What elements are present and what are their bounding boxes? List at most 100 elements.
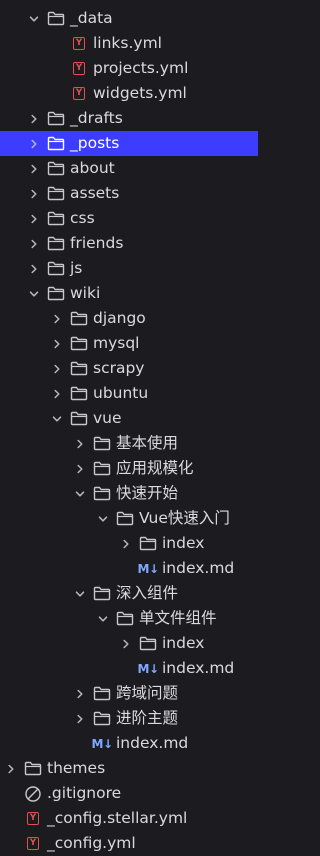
tree-folder-row[interactable]: themes: [0, 756, 258, 781]
tree-folder-row[interactable]: 跨域问题: [0, 681, 258, 706]
tree-folder-row[interactable]: 单文件组件: [0, 606, 258, 631]
tree-item-label: .gitignore: [47, 784, 122, 802]
folder-icon: [46, 231, 66, 256]
tree-item-label: scrapy: [93, 359, 145, 377]
chevron-down-icon[interactable]: [74, 581, 86, 606]
chevron-right-icon[interactable]: [74, 681, 86, 706]
tree-file-row[interactable]: M↓ index.md: [0, 556, 258, 581]
chevron-right-icon[interactable]: [120, 531, 132, 556]
tree-item-label: index: [162, 534, 205, 552]
tree-item-label: 跨域问题: [116, 684, 179, 702]
yaml-file-icon: Y: [69, 31, 89, 56]
folder-icon: [46, 256, 66, 281]
folder-icon: [69, 306, 89, 331]
chevron-right-icon[interactable]: [5, 756, 17, 781]
tree-folder-row[interactable]: _posts: [0, 131, 258, 156]
tree-item-label: _config.yml: [47, 834, 136, 852]
tree-item-label: _posts: [70, 134, 120, 152]
tree-folder-row[interactable]: wiki: [0, 281, 258, 306]
folder-icon: [46, 206, 66, 231]
chevron-right-icon[interactable]: [28, 131, 40, 156]
tree-item-label: 基本使用: [116, 434, 179, 452]
chevron-down-icon[interactable]: [28, 6, 40, 31]
tree-item-label: Vue快速入门: [139, 509, 230, 527]
chevron-right-icon[interactable]: [28, 181, 40, 206]
tree-item-label: vue: [93, 409, 122, 427]
tree-item-label: projects.yml: [93, 59, 189, 77]
chevron-right-icon[interactable]: [51, 306, 63, 331]
tree-item-label: ubuntu: [93, 384, 149, 402]
yaml-file-icon: Y: [23, 831, 43, 856]
chevron-right-icon[interactable]: [51, 331, 63, 356]
tree-folder-row[interactable]: 进阶主题: [0, 706, 258, 731]
tree-file-row[interactable]: Y _config.stellar.yml: [0, 806, 258, 831]
chevron-right-icon[interactable]: [28, 106, 40, 131]
tree-file-row[interactable]: Y _config.yml: [0, 831, 258, 856]
file-explorer-tree: _data Ylinks.yml Yprojects.yml Ywidgets.yml…: [0, 0, 258, 852]
tree-item-label: 快速开始: [116, 484, 179, 502]
chevron-right-icon[interactable]: [74, 456, 86, 481]
tree-folder-row[interactable]: Vue快速入门: [0, 506, 258, 531]
tree-item-label: wiki: [70, 284, 101, 302]
folder-icon: [46, 181, 66, 206]
tree-folder-row[interactable]: vue: [0, 406, 258, 431]
tree-folder-row[interactable]: 基本使用: [0, 431, 258, 456]
tree-file-row[interactable]: M↓ index.md: [0, 656, 258, 681]
folder-icon: [92, 431, 112, 456]
chevron-down-icon[interactable]: [74, 481, 86, 506]
tree-file-row[interactable]: M↓ index.md: [0, 731, 258, 756]
chevron-right-icon[interactable]: [74, 431, 86, 456]
tree-item-label: _data: [70, 9, 113, 27]
tree-item-label: 单文件组件: [139, 609, 217, 627]
tree-item-label: widgets.yml: [93, 84, 187, 102]
tree-file-row[interactable]: Yprojects.yml: [0, 56, 258, 81]
tree-item-label: 深入组件: [116, 584, 179, 602]
tree-folder-row[interactable]: _data: [0, 6, 258, 31]
folder-icon: [92, 456, 112, 481]
chevron-right-icon[interactable]: [28, 206, 40, 231]
chevron-right-icon[interactable]: [120, 631, 132, 656]
folder-icon: [23, 756, 43, 781]
tree-item-label: django: [93, 309, 146, 327]
tree-folder-row[interactable]: css: [0, 206, 258, 231]
chevron-right-icon[interactable]: [51, 381, 63, 406]
folder-icon: [92, 681, 112, 706]
yaml-file-icon: Y: [23, 806, 43, 831]
chevron-right-icon[interactable]: [28, 156, 40, 181]
yaml-file-icon: Y: [69, 81, 89, 106]
tree-folder-row[interactable]: django: [0, 306, 258, 331]
chevron-right-icon[interactable]: [51, 356, 63, 381]
tree-folder-row[interactable]: 深入组件: [0, 581, 258, 606]
tree-folder-row[interactable]: scrapy: [0, 356, 258, 381]
tree-item-label: themes: [47, 759, 106, 777]
tree-folder-row[interactable]: ubuntu: [0, 381, 258, 406]
folder-icon: [69, 406, 89, 431]
folder-icon: [92, 581, 112, 606]
tree-folder-row[interactable]: index: [0, 631, 258, 656]
tree-folder-row[interactable]: index: [0, 531, 258, 556]
folder-icon: [92, 481, 112, 506]
tree-file-row[interactable]: .gitignore: [0, 781, 258, 806]
tree-item-label: mysql: [93, 334, 140, 352]
tree-file-row[interactable]: Ywidgets.yml: [0, 81, 258, 106]
chevron-down-icon[interactable]: [28, 281, 40, 306]
tree-folder-row[interactable]: 应用规模化: [0, 456, 258, 481]
folder-icon: [138, 531, 158, 556]
tree-folder-row[interactable]: 快速开始: [0, 481, 258, 506]
tree-folder-row[interactable]: friends: [0, 231, 258, 256]
yaml-file-icon: Y: [69, 56, 89, 81]
tree-folder-row[interactable]: about: [0, 156, 258, 181]
tree-folder-row[interactable]: assets: [0, 181, 258, 206]
chevron-right-icon[interactable]: [28, 231, 40, 256]
chevron-right-icon[interactable]: [74, 706, 86, 731]
folder-icon: [115, 606, 135, 631]
chevron-down-icon[interactable]: [97, 506, 109, 531]
tree-folder-row[interactable]: _drafts: [0, 106, 258, 131]
chevron-right-icon[interactable]: [28, 256, 40, 281]
tree-file-row[interactable]: Ylinks.yml: [0, 31, 258, 56]
tree-folder-row[interactable]: mysql: [0, 331, 258, 356]
tree-item-label: friends: [70, 234, 124, 252]
chevron-down-icon[interactable]: [97, 606, 109, 631]
chevron-down-icon[interactable]: [51, 406, 63, 431]
tree-folder-row[interactable]: js: [0, 256, 258, 281]
